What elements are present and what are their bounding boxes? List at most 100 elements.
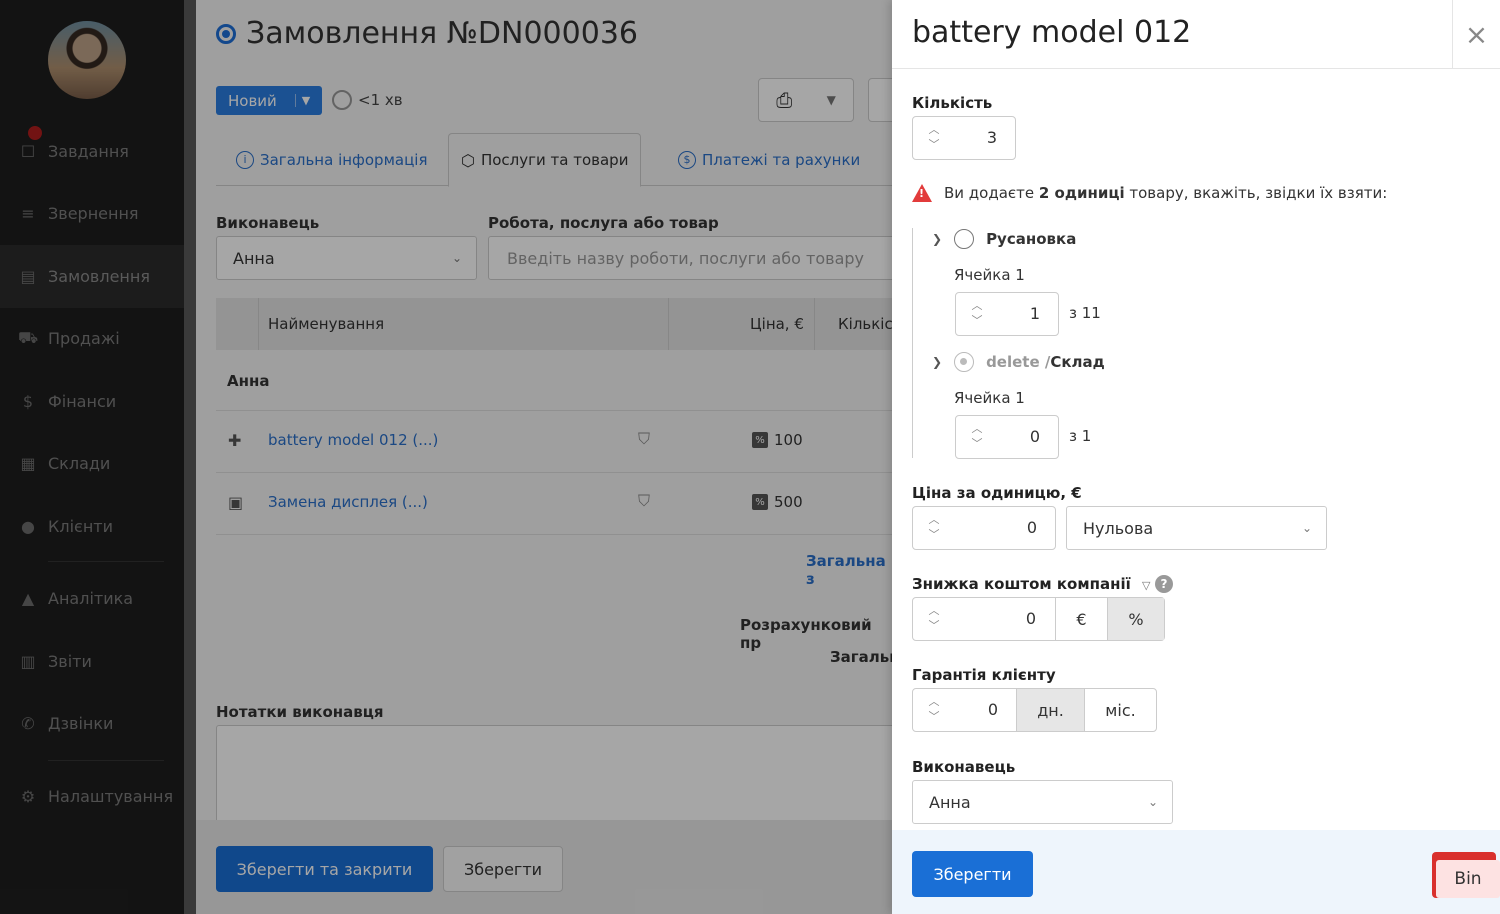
tasks-icon: ☐ — [20, 141, 36, 161]
table-row: ▣ Замена дисплея (...) ⛉ % 500 — [216, 472, 892, 534]
stepper-arrows-icon[interactable]: ︿ ﹀ — [970, 421, 984, 451]
warranty-label: Гарантія клієнту — [912, 666, 1056, 684]
sidebar-item-reports[interactable]: ▥ Звіти — [0, 630, 184, 693]
table-end — [216, 534, 892, 535]
sidebar-item-label: Завдання — [48, 141, 129, 161]
bin-label: Bin — [1436, 860, 1500, 898]
briefcase-icon: ▣ — [228, 493, 244, 512]
reports-icon: ▥ — [20, 651, 36, 671]
executor-select[interactable]: Анна ⌄ — [216, 236, 477, 280]
quantity-value: 3 — [986, 128, 997, 147]
filter-icon: ≡ — [21, 204, 35, 224]
save-button[interactable]: Зберегти — [912, 851, 1033, 897]
executor-select[interactable]: Анна ⌄ — [912, 780, 1173, 824]
sidebar-item-label: Замовлення — [48, 266, 150, 286]
warranty-value: 0 — [987, 700, 998, 719]
close-button[interactable]: × — [1452, 0, 1500, 69]
months-toggle[interactable]: міс. — [1084, 689, 1156, 731]
clock-icon — [332, 90, 352, 110]
save-button[interactable]: Зберегти — [443, 846, 563, 892]
sidebar-item-settings[interactable]: ⚙ Налаштування — [0, 765, 184, 828]
totals-link[interactable]: Загальна з — [806, 552, 892, 588]
column-divider — [814, 298, 815, 350]
help-icon[interactable]: ? — [1155, 575, 1173, 593]
discount-stepper[interactable]: ︿ ﹀ 0 € % — [912, 597, 1165, 641]
sidebar-item-tasks[interactable]: ☐ Завдання — [0, 120, 184, 183]
sidebar-item-finance[interactable]: $ Фінанси — [0, 370, 184, 433]
available-count: з 11 — [1069, 304, 1101, 322]
sidebar-item-label: Налаштування — [48, 786, 174, 806]
warehouse-rusanovka[interactable]: ❯ Русановка — [932, 229, 1076, 249]
sidebar-item-warehouses[interactable]: ▦ Склади — [0, 433, 184, 496]
toolbar-button[interactable] — [868, 78, 892, 122]
sidebar-item-calls[interactable]: ✆ Дзвінки — [0, 693, 184, 756]
quantity-label: Кількість — [912, 94, 993, 112]
warehouse-sklad[interactable]: ❯ delete / Склад — [932, 352, 1105, 372]
timer-text: <1 хв — [358, 91, 403, 109]
close-icon: × — [1464, 18, 1489, 51]
sidebar: ☐ Завдання ≡ Звернення ▤ Замовлення ⛟ Пр… — [0, 0, 196, 914]
cell-label: Ячейка 1 — [954, 389, 1025, 407]
sidebar-item-requests[interactable]: ≡ Звернення — [0, 183, 184, 246]
sidebar-item-orders[interactable]: ▤ Замовлення — [0, 245, 184, 308]
dollar-icon: $ — [22, 391, 34, 411]
notification-badge — [28, 126, 42, 140]
discount-label[interactable]: Знижка коштом компанії ▽ — [912, 575, 1150, 593]
price-label: Ціна за одиницю, € — [912, 484, 1082, 502]
stepper-arrows-icon[interactable]: ︿ ﹀ — [927, 603, 941, 633]
discount-value: 0 — [1025, 609, 1036, 628]
order-page: Замовлення №DN000036 Новий ▼ <1 хв ⎙ ▼ i… — [196, 0, 892, 914]
stepper-arrows-icon[interactable]: ︿ ﹀ — [970, 298, 984, 328]
chevron-down-icon: ▽ — [1142, 579, 1151, 592]
quantity-stepper[interactable]: ︿ ﹀ 3 — [912, 116, 1016, 160]
page-title: Замовлення №DN000036 — [216, 16, 638, 51]
timer: <1 хв — [332, 90, 403, 110]
discount-label-text: Знижка коштом компанії — [912, 575, 1131, 593]
item-link[interactable]: Замена дисплея (...) — [268, 493, 428, 511]
stepper-arrows-icon[interactable]: ︿ ﹀ — [927, 512, 941, 542]
group-name: Анна — [227, 372, 270, 390]
avatar[interactable] — [48, 21, 126, 99]
currency-toggle[interactable]: € — [1055, 598, 1107, 640]
sidebar-item-sales[interactable]: ⛟ Продажі — [0, 308, 184, 371]
column-divider — [668, 298, 669, 350]
save-close-button[interactable]: Зберегти та закрити — [216, 846, 433, 892]
work-search-input[interactable]: Введіть назву роботи, послуги або товару — [488, 236, 892, 280]
price-value: 100 — [774, 431, 803, 449]
sidebar-item-clients[interactable]: ● Клієнти — [0, 495, 184, 558]
sidebar-item-label: Звіти — [48, 651, 92, 671]
days-toggle[interactable]: дн. — [1016, 689, 1084, 731]
item-price: % 100 — [752, 431, 803, 449]
chevron-down-icon: ⌄ — [1147, 795, 1158, 809]
sidebar-edge — [184, 0, 196, 914]
stepper-arrows-icon[interactable]: ︿ ﹀ — [927, 122, 941, 152]
bin-badge[interactable]: Bin — [1432, 852, 1500, 898]
order-footer: Зберегти та закрити Зберегти — [196, 820, 892, 914]
print-button[interactable]: ⎙ ▼ — [758, 78, 854, 122]
tab-general[interactable]: i Загальна інформація — [224, 133, 439, 186]
column-price: Ціна, € — [750, 315, 804, 333]
chevron-down-icon: ❯ — [932, 355, 943, 369]
chevron-down-icon: ▼ — [294, 94, 310, 107]
sidebar-item-label: Фінанси — [48, 391, 117, 411]
tab-services[interactable]: ⬡ Послуги та товари — [448, 133, 642, 187]
cell-quantity-stepper[interactable]: ︿ ﹀ 1 — [955, 292, 1059, 336]
executor-value: Анна — [233, 248, 275, 268]
sidebar-item-label: Дзвінки — [48, 714, 114, 734]
order-title-text: Замовлення №DN000036 — [246, 16, 638, 51]
percent-toggle[interactable]: % — [1107, 598, 1164, 640]
cell-quantity-stepper[interactable]: ︿ ﹀ 0 — [955, 415, 1059, 459]
price-type-select[interactable]: Нульова ⌄ — [1066, 506, 1327, 550]
notes-textarea[interactable] — [216, 725, 892, 835]
status-dropdown[interactable]: Новий ▼ — [216, 86, 322, 115]
stepper-arrows-icon[interactable]: ︿ ﹀ — [927, 694, 941, 724]
warehouse-name: Склад — [1050, 353, 1105, 371]
radio-icon — [954, 352, 975, 372]
warning-text: Ви додаєте 2 одиниці товару, вкажіть, зв… — [944, 184, 1387, 202]
price-stepper[interactable]: ︿ ﹀ 0 — [912, 506, 1056, 550]
tab-payments[interactable]: $ Платежі та рахунки — [666, 133, 872, 186]
item-link[interactable]: battery model 012 (...) — [268, 431, 438, 449]
warning-prefix: Ви додаєте — [944, 184, 1039, 202]
sidebar-item-analytics[interactable]: ▲ Аналітика — [0, 568, 184, 631]
warranty-stepper[interactable]: ︿ ﹀ 0 дн. міс. — [912, 688, 1157, 732]
